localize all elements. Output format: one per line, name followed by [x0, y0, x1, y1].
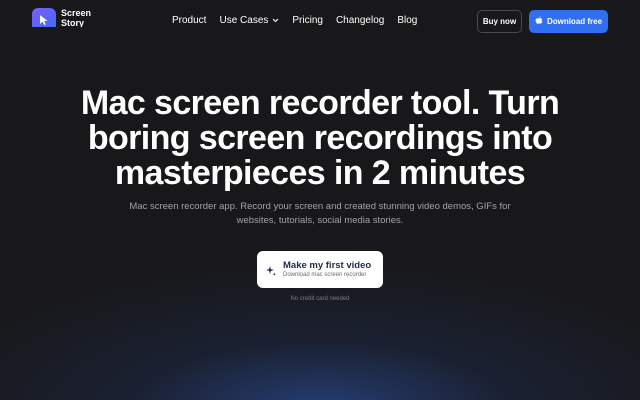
- brand-logo[interactable]: Screen Story: [32, 8, 97, 27]
- sparkle-icon: [265, 264, 277, 276]
- brand-name-line2: Story: [61, 18, 85, 27]
- apple-icon: [535, 16, 543, 27]
- nav-links: Product Use Cases Pricing Changelog Blog: [172, 15, 430, 26]
- buy-now-button[interactable]: Buy now: [477, 10, 522, 33]
- cta-text: Make my first video Download mac screen …: [283, 260, 371, 280]
- nav-link-blog[interactable]: Blog: [397, 15, 417, 26]
- brand-name-line1: Screen: [61, 8, 92, 18]
- download-free-button[interactable]: Download free: [529, 10, 608, 33]
- cta-title: Make my first video: [283, 259, 372, 271]
- cta-subtitle: Download mac screen recorder: [283, 271, 367, 278]
- nav-link-changelog[interactable]: Changelog: [336, 15, 384, 26]
- top-navigation: Screen Story Product Use Cases Pricing C…: [0, 0, 640, 42]
- make-first-video-button[interactable]: Make my first video Download mac screen …: [257, 251, 383, 288]
- nav-link-use-cases-label: Use Cases: [219, 15, 269, 26]
- hero-subtitle: Mac screen recorder app. Record your scr…: [129, 201, 511, 226]
- cursor-arrow-icon: [32, 8, 56, 27]
- hero-title: Mac screen recorder tool. Turn boring sc…: [80, 84, 560, 192]
- nav-link-product[interactable]: Product: [172, 15, 206, 26]
- brand-name: Screen Story: [61, 8, 97, 27]
- no-credit-card-note: No credit card needed: [290, 296, 350, 302]
- download-free-label: Download free: [546, 17, 603, 26]
- chevron-down-icon: [272, 15, 279, 26]
- nav-link-pricing[interactable]: Pricing: [292, 15, 323, 26]
- nav-link-use-cases[interactable]: Use Cases: [219, 15, 279, 26]
